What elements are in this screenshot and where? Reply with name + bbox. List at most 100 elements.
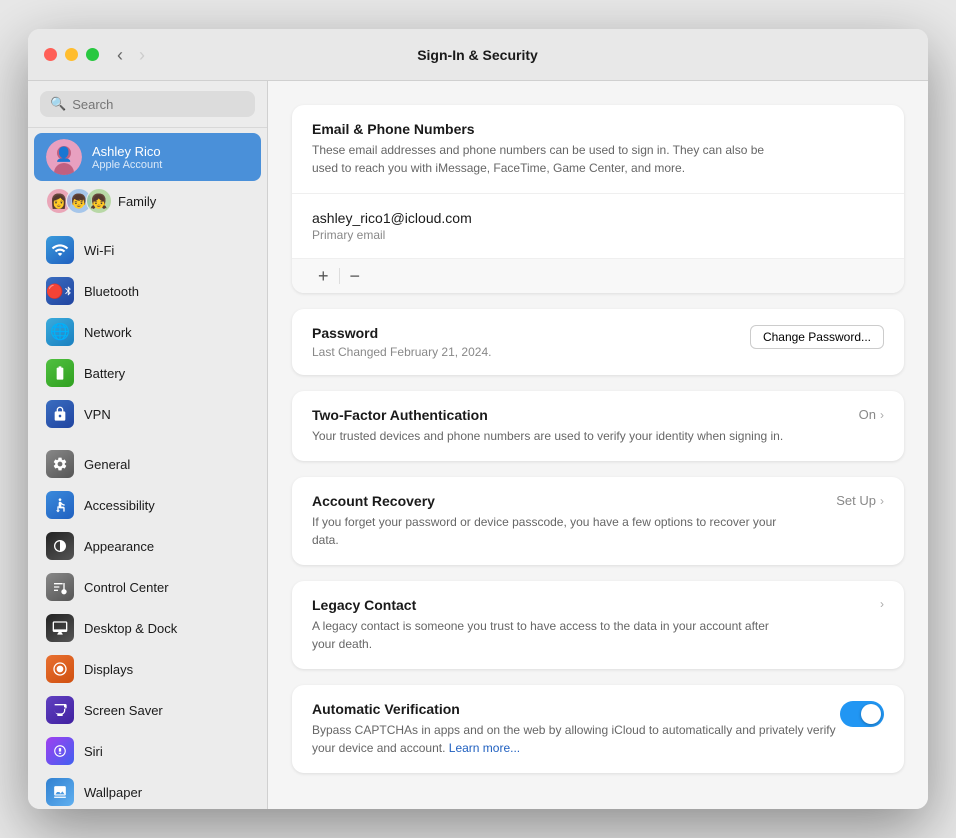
displays-icon: [46, 655, 74, 683]
legacy-contact-right: ›: [880, 597, 884, 611]
email-value-row: ashley_rico1@icloud.com Primary email: [292, 194, 904, 259]
window-title: Sign-In & Security: [163, 47, 792, 63]
sidebar-item-label-wifi: Wi-Fi: [84, 243, 114, 258]
legacy-contact-row[interactable]: Legacy Contact A legacy contact is someo…: [292, 581, 904, 669]
legacy-contact-header: Legacy Contact A legacy contact is someo…: [312, 597, 884, 653]
auto-verify-toggle[interactable]: [840, 701, 884, 727]
control-center-icon: [46, 573, 74, 601]
main-content: 🔍 👤 Ashley Rico: [28, 81, 928, 809]
screen-saver-icon: [46, 696, 74, 724]
vpn-icon: [46, 400, 74, 428]
sidebar-item-label-control-center: Control Center: [84, 580, 169, 595]
family-avatar-3: 👧: [86, 188, 112, 214]
sidebar-item-label-vpn: VPN: [84, 407, 111, 422]
two-factor-title: Two-Factor Authentication: [312, 407, 783, 423]
sidebar-item-control-center[interactable]: Control Center: [34, 567, 261, 607]
avatar: 👤: [46, 139, 82, 175]
password-changed-text: Last Changed February 21, 2024.: [312, 345, 491, 359]
two-factor-card: Two-Factor Authentication Your trusted d…: [292, 391, 904, 461]
maximize-button[interactable]: [86, 48, 99, 61]
sidebar-item-displays[interactable]: Displays: [34, 649, 261, 689]
minimize-button[interactable]: [65, 48, 78, 61]
forward-button[interactable]: ›: [133, 44, 151, 66]
sidebar-item-desktop-dock[interactable]: Desktop & Dock: [34, 608, 261, 648]
two-factor-text: Two-Factor Authentication Your trusted d…: [312, 407, 783, 445]
primary-email-label: Primary email: [312, 228, 884, 242]
close-button[interactable]: [44, 48, 57, 61]
add-email-button[interactable]: +: [312, 267, 335, 285]
sidebar-item-vpn[interactable]: VPN: [34, 394, 261, 434]
user-text: Ashley Rico Apple Account: [92, 144, 162, 171]
sidebar-item-label-siri: Siri: [84, 744, 103, 759]
search-input[interactable]: [72, 97, 245, 112]
sidebar-item-label-battery: Battery: [84, 366, 125, 381]
sidebar-item-bluetooth[interactable]: 🔴 Bluetooth: [34, 271, 261, 311]
sidebar-item-battery[interactable]: Battery: [34, 353, 261, 393]
appearance-icon: [46, 532, 74, 560]
sidebar-item-label-network: Network: [84, 325, 132, 340]
password-row: Password Last Changed February 21, 2024.…: [292, 309, 904, 375]
search-container: 🔍: [28, 81, 267, 128]
family-avatars: 👩 👦 👧: [46, 188, 106, 214]
two-factor-row[interactable]: Two-Factor Authentication Your trusted d…: [292, 391, 904, 461]
sidebar-item-label-displays: Displays: [84, 662, 133, 677]
two-factor-header: Two-Factor Authentication Your trusted d…: [312, 407, 884, 445]
legacy-contact-title: Legacy Contact: [312, 597, 792, 613]
auto-verify-card: Automatic Verification Bypass CAPTCHAs i…: [292, 685, 904, 773]
search-box[interactable]: 🔍: [40, 91, 255, 117]
email-address: ashley_rico1@icloud.com: [312, 210, 884, 226]
svg-text:👤: 👤: [55, 146, 72, 163]
network-section: Wi-Fi 🔴 Bluetooth 🌐 Network Battery: [28, 225, 267, 439]
sidebar-item-accessibility[interactable]: Accessibility: [34, 485, 261, 525]
password-header: Password Last Changed February 21, 2024.…: [312, 325, 884, 359]
remove-email-button[interactable]: −: [344, 267, 367, 285]
auto-verify-title: Automatic Verification: [312, 701, 840, 717]
account-recovery-row[interactable]: Account Recovery If you forget your pass…: [292, 477, 904, 565]
sidebar-item-label-general: General: [84, 457, 130, 472]
password-title: Password: [312, 325, 491, 341]
sidebar-item-user[interactable]: 👤 Ashley Rico Apple Account: [34, 133, 261, 181]
traffic-lights: [44, 48, 99, 61]
auto-verify-row: Automatic Verification Bypass CAPTCHAs i…: [292, 685, 904, 773]
account-recovery-card: Account Recovery If you forget your pass…: [292, 477, 904, 565]
separator: [339, 268, 340, 284]
accessibility-icon: [46, 491, 74, 519]
nav-arrows: ‹ ›: [111, 44, 151, 66]
sidebar-item-label-accessibility: Accessibility: [84, 498, 155, 513]
wallpaper-icon: [46, 778, 74, 806]
sidebar-item-label-screen-saver: Screen Saver: [84, 703, 163, 718]
account-recovery-chevron-icon: ›: [880, 494, 884, 508]
sidebar-item-family[interactable]: 👩 👦 👧 Family: [34, 182, 261, 220]
sidebar-item-siri[interactable]: Siri: [34, 731, 261, 771]
account-recovery-header: Account Recovery If you forget your pass…: [312, 493, 884, 549]
learn-more-link[interactable]: Learn more...: [449, 741, 520, 755]
legacy-contact-text: Legacy Contact A legacy contact is someo…: [312, 597, 792, 653]
sidebar-item-label-appearance: Appearance: [84, 539, 154, 554]
toggle-knob: [861, 704, 881, 724]
bluetooth-icon: 🔴: [46, 277, 74, 305]
auto-verify-description: Bypass CAPTCHAs in apps and on the web b…: [312, 721, 840, 757]
sidebar-item-screen-saver[interactable]: Screen Saver: [34, 690, 261, 730]
account-recovery-title: Account Recovery: [312, 493, 792, 509]
wifi-icon: [46, 236, 74, 264]
sidebar: 🔍 👤 Ashley Rico: [28, 81, 268, 809]
sidebar-item-appearance[interactable]: Appearance: [34, 526, 261, 566]
sidebar-item-wifi[interactable]: Wi-Fi: [34, 230, 261, 270]
sidebar-item-network[interactable]: 🌐 Network: [34, 312, 261, 352]
auto-verify-header: Automatic Verification Bypass CAPTCHAs i…: [312, 701, 884, 757]
desktop-dock-icon: [46, 614, 74, 642]
user-name: Ashley Rico: [92, 144, 162, 159]
back-button[interactable]: ‹: [111, 44, 129, 66]
right-panel: Email & Phone Numbers These email addres…: [268, 81, 928, 809]
sidebar-item-general[interactable]: General: [34, 444, 261, 484]
two-factor-description: Your trusted devices and phone numbers a…: [312, 427, 783, 445]
network-icon: 🌐: [46, 318, 74, 346]
email-phone-header-row: Email & Phone Numbers These email addres…: [292, 105, 904, 194]
change-password-button[interactable]: Change Password...: [750, 325, 884, 349]
titlebar: ‹ › Sign-In & Security: [28, 29, 928, 81]
add-remove-row: + −: [292, 259, 904, 293]
sidebar-item-label-family: Family: [118, 194, 156, 209]
email-phone-title: Email & Phone Numbers: [312, 121, 884, 137]
sidebar-item-label-wallpaper: Wallpaper: [84, 785, 142, 800]
sidebar-item-wallpaper[interactable]: Wallpaper: [34, 772, 261, 809]
